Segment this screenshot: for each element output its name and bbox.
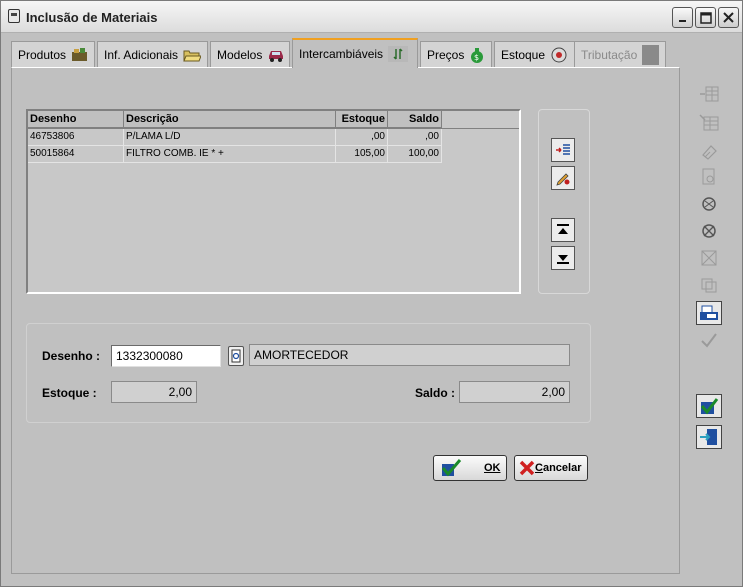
car-icon bbox=[267, 47, 285, 63]
grid-side-buttons bbox=[538, 109, 590, 294]
tab-inf-adicionais[interactable]: Inf. Adicionais bbox=[97, 41, 208, 67]
tab-intercambiaveis[interactable]: Intercambiáveis bbox=[292, 38, 418, 68]
cell-desenho: 50015864 bbox=[28, 146, 124, 163]
desenho-input[interactable]: 1332300080 bbox=[111, 345, 221, 367]
print-toolbar-button[interactable] bbox=[696, 301, 722, 325]
table-edit-icon bbox=[699, 114, 719, 131]
tab-label: Estoque bbox=[501, 47, 546, 62]
money-bag-icon: $ bbox=[469, 47, 485, 63]
tab-tributacao: Tributação bbox=[574, 41, 666, 67]
table-row[interactable]: 46753806 P/LAMA L/D ,00 ,00 bbox=[28, 129, 519, 146]
column-header-desenho[interactable]: Desenho bbox=[28, 111, 124, 128]
detail-panel bbox=[26, 323, 591, 423]
delete-toolbar-button bbox=[696, 219, 722, 243]
tab-label: Produtos bbox=[18, 47, 67, 62]
grid-header: Desenho Descrição Estoque Saldo bbox=[28, 111, 519, 129]
copy-toolbar-button bbox=[696, 273, 722, 297]
table-row[interactable]: 50015864 FILTRO COMB. IE * + 105,00 100,… bbox=[28, 146, 519, 163]
tab-label: Intercambiáveis bbox=[299, 47, 384, 61]
column-header-saldo[interactable]: Saldo bbox=[388, 111, 442, 128]
tab-produtos[interactable]: Produtos bbox=[11, 41, 95, 67]
edit-row-button[interactable] bbox=[551, 166, 575, 190]
cell-saldo: 100,00 bbox=[388, 146, 442, 163]
print-icon bbox=[700, 305, 718, 320]
arrow-up-icon bbox=[557, 224, 569, 234]
app-icon bbox=[8, 9, 20, 23]
column-header-estoque[interactable]: Estoque bbox=[336, 111, 388, 128]
clear-toolbar-button bbox=[696, 246, 722, 270]
ok-button[interactable]: OK bbox=[433, 455, 507, 481]
close-button[interactable] bbox=[718, 7, 739, 28]
grid-toolbar-button bbox=[696, 111, 722, 135]
minimize-icon bbox=[678, 19, 686, 22]
folder-icon bbox=[183, 47, 202, 63]
refresh-icon bbox=[702, 197, 716, 211]
tab-label: Preços bbox=[427, 47, 465, 62]
tab-label: Inf. Adicionais bbox=[104, 47, 179, 62]
desenho-label: Desenho : bbox=[42, 349, 101, 363]
eraser-icon bbox=[702, 145, 717, 160]
cancel-button[interactable]: Cancelar bbox=[514, 455, 588, 481]
insert-row-button[interactable] bbox=[551, 138, 575, 162]
svg-text:$: $ bbox=[474, 53, 479, 62]
estoque-field: 2,00 bbox=[111, 381, 197, 403]
insert-row-icon bbox=[556, 144, 570, 155]
column-header-descricao[interactable]: Descrição bbox=[124, 111, 336, 128]
interchangeable-grid[interactable]: Desenho Descrição Estoque Saldo 46753806… bbox=[26, 109, 521, 294]
cancel-underline-letter: C bbox=[535, 462, 543, 474]
tab-estoque[interactable]: Estoque bbox=[494, 41, 576, 67]
maximize-button[interactable] bbox=[695, 7, 716, 28]
check-icon bbox=[441, 459, 462, 477]
cancel-x-icon bbox=[519, 460, 535, 476]
tab-precos[interactable]: Preços $ bbox=[420, 41, 492, 67]
delete-record-icon bbox=[702, 224, 716, 238]
edit-toolbar-button bbox=[696, 139, 722, 163]
confirm-toolbar-button bbox=[696, 328, 722, 352]
check-disabled-icon bbox=[701, 333, 717, 348]
exit-door-icon bbox=[700, 429, 717, 445]
title-bar[interactable]: Inclusão de Materiais bbox=[1, 1, 742, 33]
tax-icon bbox=[642, 44, 659, 65]
close-icon bbox=[723, 12, 734, 23]
maximize-icon bbox=[699, 11, 712, 24]
ok-label: OK bbox=[484, 462, 501, 474]
cell-saldo: ,00 bbox=[388, 129, 442, 146]
main-window: Inclusão de Materiais Produtos Inf. Adic… bbox=[0, 0, 743, 587]
copy-icon bbox=[701, 278, 717, 293]
saldo-field: 2,00 bbox=[459, 381, 570, 403]
pencil-icon bbox=[556, 173, 570, 186]
minimize-button[interactable] bbox=[672, 7, 693, 28]
stock-icon bbox=[550, 47, 568, 63]
exit-toolbar-button[interactable] bbox=[696, 425, 722, 449]
cell-descricao: FILTRO COMB. IE * + bbox=[124, 146, 336, 163]
refresh-toolbar-button bbox=[696, 192, 722, 216]
cell-desenho: 46753806 bbox=[28, 129, 124, 146]
preview-toolbar-button bbox=[696, 165, 722, 189]
estoque-label: Estoque : bbox=[42, 386, 97, 400]
save-toolbar-button[interactable] bbox=[696, 394, 722, 418]
cell-descricao: P/LAMA L/D bbox=[124, 129, 336, 146]
cell-estoque: 105,00 bbox=[336, 146, 388, 163]
products-icon bbox=[71, 47, 88, 63]
descricao-field: AMORTECEDOR bbox=[249, 344, 570, 366]
cell-estoque: ,00 bbox=[336, 129, 388, 146]
document-search-icon bbox=[702, 168, 715, 185]
move-down-button[interactable] bbox=[551, 246, 575, 270]
window-title: Inclusão de Materiais bbox=[26, 10, 158, 25]
lookup-icon bbox=[231, 349, 241, 363]
cancel-label: ancelar bbox=[542, 462, 582, 474]
clear-grid-icon bbox=[701, 250, 717, 266]
arrow-down-icon bbox=[557, 255, 569, 264]
lookup-button[interactable] bbox=[228, 346, 244, 366]
interchange-icon bbox=[388, 46, 409, 62]
save-check-icon bbox=[700, 398, 719, 415]
insert-record-icon bbox=[700, 86, 719, 102]
tab-modelos[interactable]: Modelos bbox=[210, 41, 290, 67]
move-up-button[interactable] bbox=[551, 218, 575, 242]
saldo-label: Saldo : bbox=[415, 386, 456, 400]
insert-toolbar-button bbox=[696, 82, 722, 106]
tab-label: Modelos bbox=[217, 47, 263, 62]
tab-label: Tributação bbox=[581, 47, 638, 62]
